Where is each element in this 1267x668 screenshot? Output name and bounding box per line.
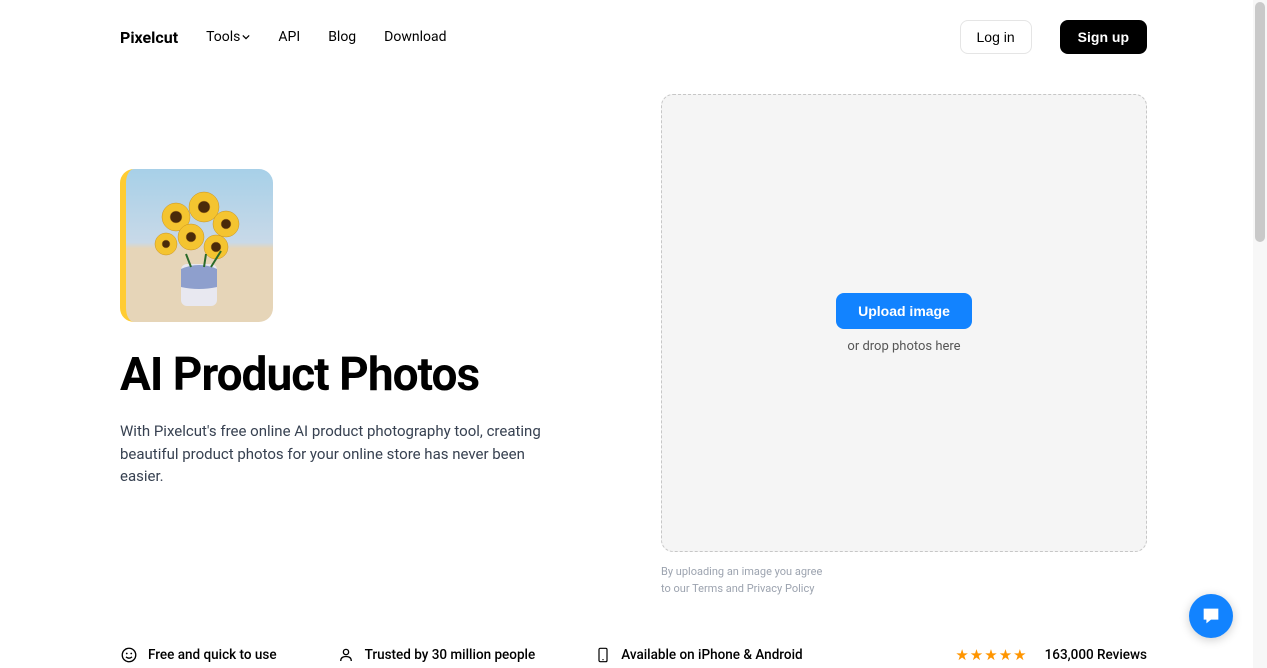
terms-link[interactable]: Terms bbox=[692, 582, 723, 595]
nav-blog[interactable]: Blog bbox=[328, 29, 356, 45]
scrollbar-thumb[interactable] bbox=[1255, 2, 1265, 242]
drop-hint: or drop photos here bbox=[847, 339, 960, 354]
dropzone[interactable]: Upload image or drop photos here bbox=[661, 94, 1147, 552]
features-bar: Free and quick to use Trusted by 30 mill… bbox=[0, 646, 1267, 668]
feature-trusted-label: Trusted by 30 million people bbox=[365, 647, 536, 663]
page-description: With Pixelcut's free online AI product p… bbox=[120, 420, 550, 488]
hero-left: AI Product Photos With Pixelcut's free o… bbox=[120, 94, 621, 597]
smile-icon bbox=[120, 646, 138, 664]
chevron-down-icon bbox=[242, 33, 250, 41]
nav-api[interactable]: API bbox=[278, 29, 300, 45]
reviews-block[interactable]: ★ ★ ★ ★ ★ 163,000 Reviews bbox=[955, 646, 1147, 664]
nav-download[interactable]: Download bbox=[384, 29, 446, 45]
star-icon: ★ bbox=[955, 646, 968, 664]
star-icon: ★ bbox=[984, 646, 997, 664]
top-nav: Pixelcut Tools API Blog Download Log in … bbox=[0, 0, 1267, 74]
nav-tools[interactable]: Tools bbox=[206, 29, 250, 45]
feature-trusted: Trusted by 30 million people bbox=[337, 646, 536, 664]
upload-image-button[interactable]: Upload image bbox=[836, 293, 972, 329]
chat-widget-button[interactable] bbox=[1189, 594, 1233, 638]
upload-panel: Upload image or drop photos here By uplo… bbox=[661, 94, 1147, 597]
feature-free-label: Free and quick to use bbox=[148, 647, 277, 663]
feature-mobile: Available on iPhone & Android bbox=[595, 646, 802, 664]
nav-tools-label: Tools bbox=[206, 29, 240, 45]
star-rating: ★ ★ ★ ★ ★ bbox=[955, 646, 1026, 664]
feature-free: Free and quick to use bbox=[120, 646, 277, 664]
brand-logo[interactable]: Pixelcut bbox=[120, 28, 178, 47]
feature-mobile-label: Available on iPhone & Android bbox=[621, 647, 802, 663]
privacy-link[interactable]: Privacy Policy bbox=[747, 582, 815, 595]
reviews-count: 163,000 Reviews bbox=[1045, 647, 1147, 663]
product-thumbnail bbox=[120, 169, 273, 322]
star-icon: ★ bbox=[1013, 646, 1026, 664]
chat-icon bbox=[1200, 605, 1222, 627]
login-button[interactable]: Log in bbox=[960, 20, 1032, 54]
page-heading: AI Product Photos bbox=[120, 348, 621, 402]
star-icon: ★ bbox=[999, 646, 1012, 664]
star-icon: ★ bbox=[970, 646, 983, 664]
person-icon bbox=[337, 646, 355, 664]
legal-line2: to our Terms and Privacy Policy bbox=[661, 581, 1147, 598]
phone-icon bbox=[595, 646, 611, 664]
scrollbar[interactable] bbox=[1253, 0, 1267, 668]
upload-legal: By uploading an image you agree to our T… bbox=[661, 564, 1147, 597]
signup-button[interactable]: Sign up bbox=[1060, 20, 1147, 54]
main-content: AI Product Photos With Pixelcut's free o… bbox=[0, 74, 1267, 597]
legal-line1: By uploading an image you agree bbox=[661, 564, 1147, 581]
sunflowers-image bbox=[126, 169, 273, 322]
